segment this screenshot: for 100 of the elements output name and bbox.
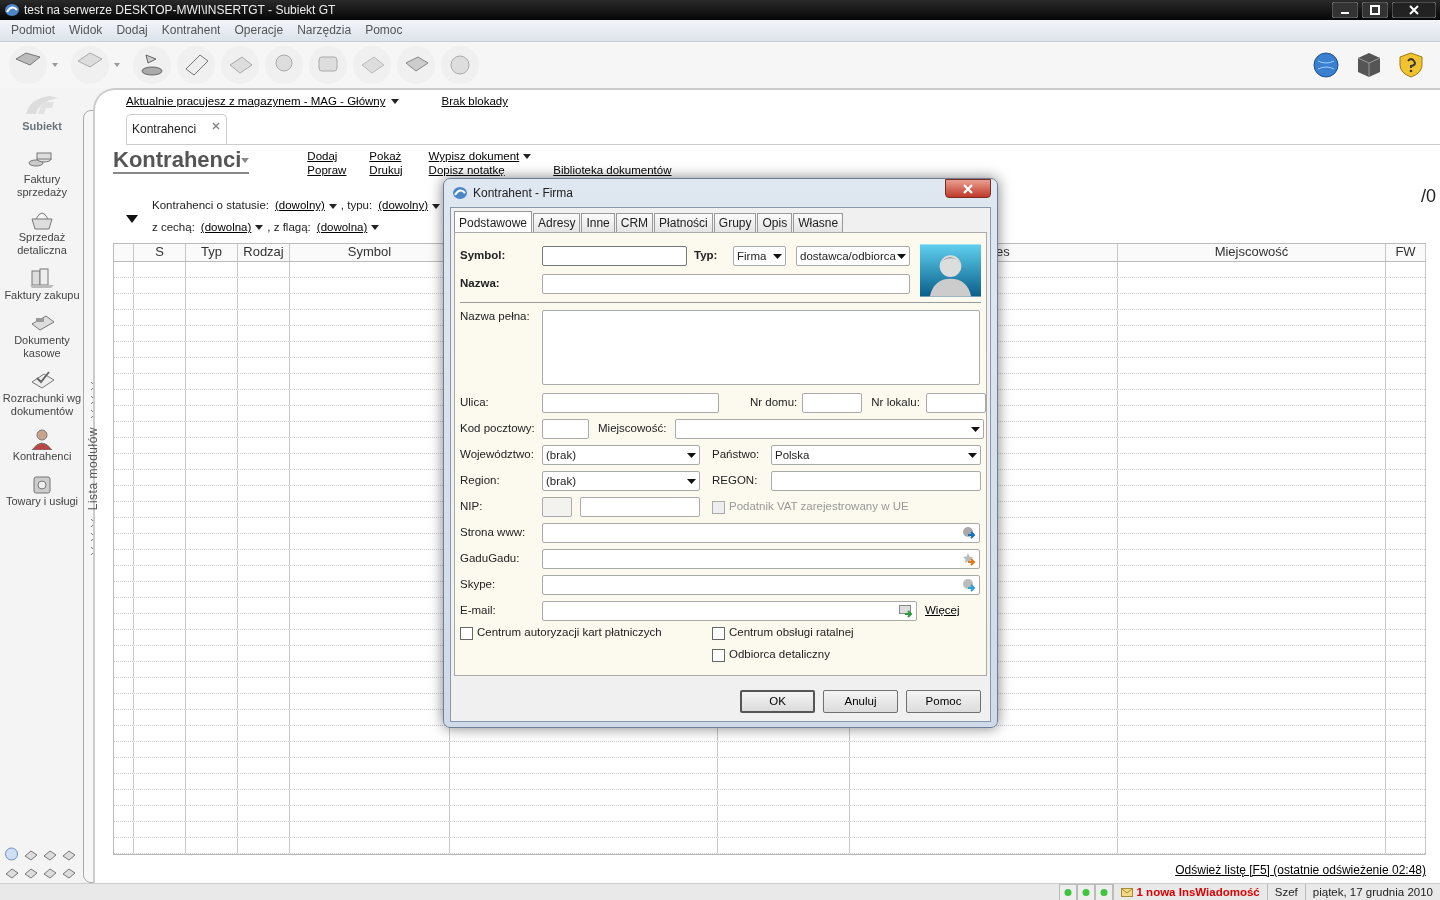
field-label: Nazwa pełna: [460,310,531,325]
logo-text: Subiekt [22,120,62,133]
input-field[interactable] [542,274,910,295]
tab[interactable]: Adresy [533,213,581,233]
flag-icon[interactable] [132,45,172,85]
dropdown[interactable]: Polska [771,445,981,466]
input-field[interactable] [542,393,719,414]
field-label: Symbol: [460,249,507,264]
filter-link[interactable]: (dowolna) [316,221,380,235]
input-field[interactable] [542,549,980,570]
refresh-link[interactable]: Odśwież listę [F5] (ostatnie odświeżenie 02:48) [1175,863,1426,878]
input-field[interactable] [580,497,700,518]
dialog-button[interactable]: OK [740,690,815,714]
tab[interactable]: Płatności [654,213,713,233]
filter-link[interactable]: (dowolna) [200,221,264,235]
input-field[interactable] [542,601,917,622]
maximize-icon[interactable] [1362,2,1388,18]
column-header[interactable]: FW [1395,244,1416,259]
module-item[interactable]: Faktury sprzedaży [0,173,84,199]
column-header[interactable]: S [155,244,164,259]
tab[interactable]: Opis [757,213,793,233]
filter-label: , typu: [340,199,373,213]
caret-icon[interactable] [114,63,120,67]
action-link[interactable]: Wypisz dokument [428,149,532,163]
more-link[interactable]: Więcej [925,604,960,619]
dropdown[interactable] [675,419,985,440]
star-arrow-icon[interactable] [962,552,976,567]
close-button[interactable] [945,179,991,198]
menu-item[interactable]: Podmiot [4,23,63,38]
close-icon[interactable] [1392,2,1436,18]
tab[interactable]: Grupy [713,213,757,233]
column-header[interactable]: Miejscowość [1214,244,1289,259]
column-header[interactable]: Typ [201,244,222,259]
action-link[interactable]: Popraw [307,163,347,177]
cube-icon[interactable] [1356,51,1382,79]
action-link[interactable]: Drukuj [369,163,403,177]
input-field[interactable] [802,393,863,414]
menu-item[interactable]: Narzędzia [290,23,359,38]
menu-item[interactable]: Operacje [227,23,291,38]
input-field[interactable] [542,419,589,440]
checkbox[interactable] [460,626,473,640]
input-field[interactable] [925,393,986,414]
caret-icon [432,203,441,209]
dialog-button[interactable]: Pomoc [906,690,981,714]
minimize-icon[interactable] [1332,2,1358,18]
module-item[interactable]: Kontrahenci [12,450,72,463]
input-field[interactable] [542,497,572,518]
filter-link[interactable]: (dowolny) [378,199,441,213]
dropdown[interactable]: (brak) [542,471,700,492]
checkbox[interactable] [712,626,725,640]
input-field[interactable] [542,246,687,267]
envelope-icon[interactable] [1120,887,1133,897]
checkbox[interactable] [712,648,725,662]
module-item[interactable]: Dokumenty kasowe [0,334,84,360]
input-field[interactable] [771,471,981,492]
sidebar-label[interactable]: Lista modułów [85,427,101,511]
tab[interactable]: Inne [581,213,615,233]
column-header[interactable]: Rodzaj [243,244,284,259]
menu-item[interactable]: Widok [62,23,110,38]
app-logo-icon [452,186,468,200]
caret-icon [328,203,337,209]
action-link[interactable]: Dopisz notatkę [428,163,532,177]
filter-label: , z flagą: [267,221,311,235]
dropdown[interactable]: dostawca/odbiorca [796,246,910,267]
module-item[interactable]: Towary i usługi [5,495,79,508]
text-area[interactable] [542,310,980,386]
action-link[interactable]: Dodaj [307,149,347,163]
tab[interactable]: CRM [615,213,654,233]
menu-item[interactable]: Dodaj [109,23,155,38]
lock-link[interactable]: Brak blokady [441,95,508,109]
menu-item[interactable]: Kontrahent [154,23,228,38]
dropdown[interactable]: (brak) [542,445,700,466]
caret-icon [391,99,400,105]
collapse-icon[interactable] [126,215,138,223]
caret-icon[interactable] [52,63,58,67]
action-link[interactable]: Biblioteka dokumentów [553,163,672,177]
eraser-icon[interactable] [176,45,216,85]
warehouse-link[interactable]: Aktualnie pracujesz z magazynem - MAG - Główny [126,95,400,109]
view-title[interactable]: Kontrahenci [113,148,250,174]
module-item[interactable]: Rozrachunki wg dokumentów [0,392,84,418]
tab[interactable]: Podstawowe [454,211,533,233]
tab[interactable]: Kontrahenci [126,114,228,144]
module-item[interactable]: Sprzedaż detaliczna [0,231,84,257]
help-shield-icon[interactable] [1398,51,1424,79]
filter-link[interactable]: (dowolny) [275,199,337,213]
module-item[interactable]: Faktury zakupu [4,289,80,302]
dialog-button[interactable]: Anuluj [823,690,898,714]
input-field[interactable] [542,575,980,596]
menu-item[interactable]: Pomoc [358,23,410,38]
circle-icon[interactable] [4,847,19,861]
filter-label: Kontrahenci o statusie: [152,199,269,213]
message-link[interactable]: 1 nowa InsWiadomość [1136,884,1260,900]
action-link[interactable]: Pokaż [369,149,403,163]
tab[interactable]: Własne [793,213,844,233]
envelope-arrow-icon[interactable] [899,604,913,619]
field-label: Strona www: [460,526,527,541]
dropdown[interactable]: Firma [733,246,786,267]
input-field[interactable] [542,523,980,544]
column-header[interactable]: Symbol [347,244,392,259]
caret-icon[interactable] [241,157,250,163]
